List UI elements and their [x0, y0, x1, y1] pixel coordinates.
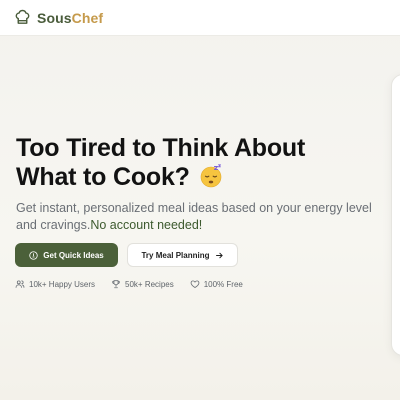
- stat-free-label: 100% Free: [203, 279, 243, 289]
- preview-card: [391, 74, 400, 356]
- hero-title: Too Tired to Think About What to Cook?: [16, 134, 386, 192]
- brand-name: SousChef: [37, 9, 104, 26]
- try-meal-planning-label: Try Meal Planning: [141, 250, 210, 260]
- try-meal-planning-button[interactable]: Try Meal Planning: [127, 243, 238, 267]
- get-quick-ideas-label: Get Quick Ideas: [43, 250, 104, 260]
- stat-users-label: 10k+ Happy Users: [29, 279, 96, 289]
- trophy-icon: [111, 279, 121, 289]
- landing-page: SousChef Too Tired to Think About What t…: [0, 0, 400, 400]
- hero-subtitle: Get instant, personalized meal ideas bas…: [16, 201, 372, 232]
- hero-title-line2: What to Cook?: [16, 163, 190, 191]
- stat-free: 100% Free: [190, 279, 243, 289]
- stat-recipes-label: 50k+ Recipes: [125, 279, 174, 289]
- chef-hat-icon: [14, 9, 31, 26]
- get-quick-ideas-button[interactable]: Get Quick Ideas: [15, 243, 118, 267]
- no-account-highlight: No account needed!: [90, 218, 203, 232]
- logo[interactable]: SousChef: [14, 9, 103, 26]
- navbar: SousChef: [0, 0, 400, 36]
- arrow-right-icon: [215, 251, 224, 260]
- stats-row: 10k+ Happy Users 50k+ Recipes 100% Free: [15, 279, 259, 289]
- hero-title-line1: Too Tired to Think About: [16, 134, 306, 162]
- sleeping-face-emoji-icon: [199, 164, 223, 188]
- stat-users: 10k+ Happy Users: [15, 279, 95, 289]
- heart-icon: [190, 279, 200, 289]
- lightbulb-icon: [29, 250, 38, 260]
- users-icon: [15, 279, 25, 289]
- stat-recipes: 50k+ Recipes: [111, 279, 174, 289]
